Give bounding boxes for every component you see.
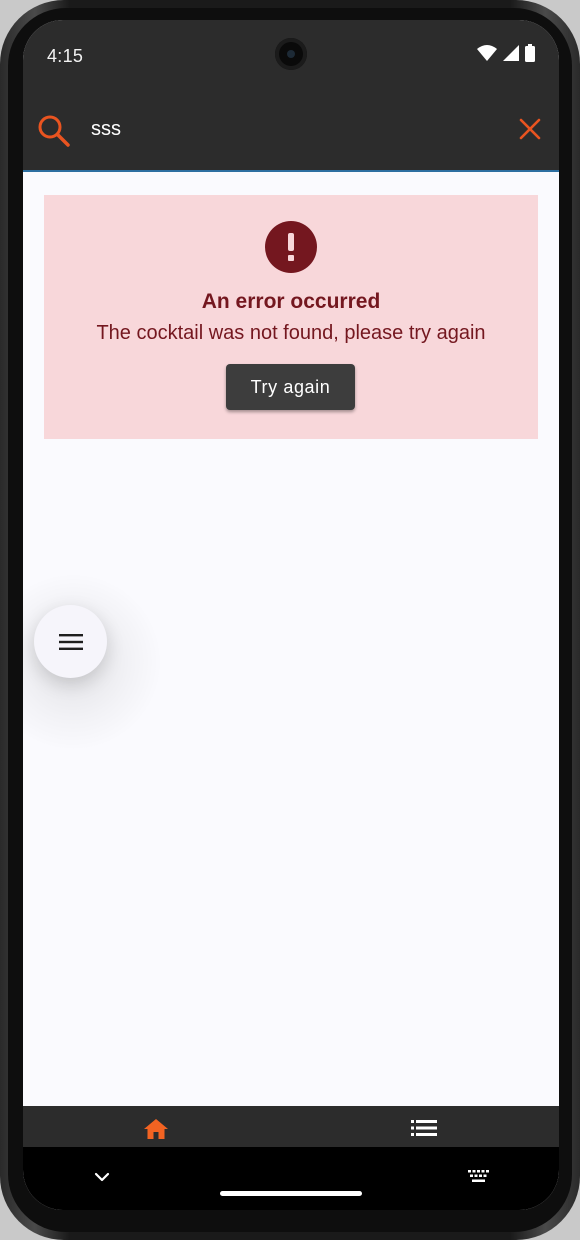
search-bar: sss [23, 90, 559, 172]
front-camera [275, 38, 307, 70]
status-icons [477, 44, 535, 62]
error-title: An error occurred [201, 290, 381, 313]
menu-icon [58, 633, 83, 650]
search-input[interactable]: sss [91, 118, 121, 141]
home-gesture-handle[interactable] [220, 1191, 362, 1196]
chevron-down-icon[interactable] [93, 1171, 111, 1183]
signal-icon [503, 45, 519, 61]
main-content: An error occurred The cocktail was not f… [23, 172, 559, 1106]
status-time: 4:15 [47, 46, 84, 66]
app-screen: 4:15 sss An error occurred The cocktail … [23, 20, 559, 1210]
try-again-button[interactable]: Try again [226, 364, 355, 410]
bottom-navigation [23, 1106, 559, 1147]
status-bar: 4:15 [23, 20, 559, 90]
list-icon[interactable] [411, 1119, 437, 1137]
system-navigation-bar [23, 1147, 559, 1210]
error-message: The cocktail was not found, please try a… [96, 322, 486, 344]
battery-icon [525, 44, 535, 62]
error-icon [265, 221, 317, 273]
keyboard-icon[interactable] [468, 1170, 490, 1184]
wifi-icon [477, 45, 497, 61]
error-card: An error occurred The cocktail was not f… [44, 195, 538, 439]
search-icon[interactable] [37, 114, 71, 148]
home-icon[interactable] [143, 1118, 169, 1140]
menu-fab[interactable] [34, 605, 107, 678]
close-icon[interactable] [519, 118, 541, 140]
